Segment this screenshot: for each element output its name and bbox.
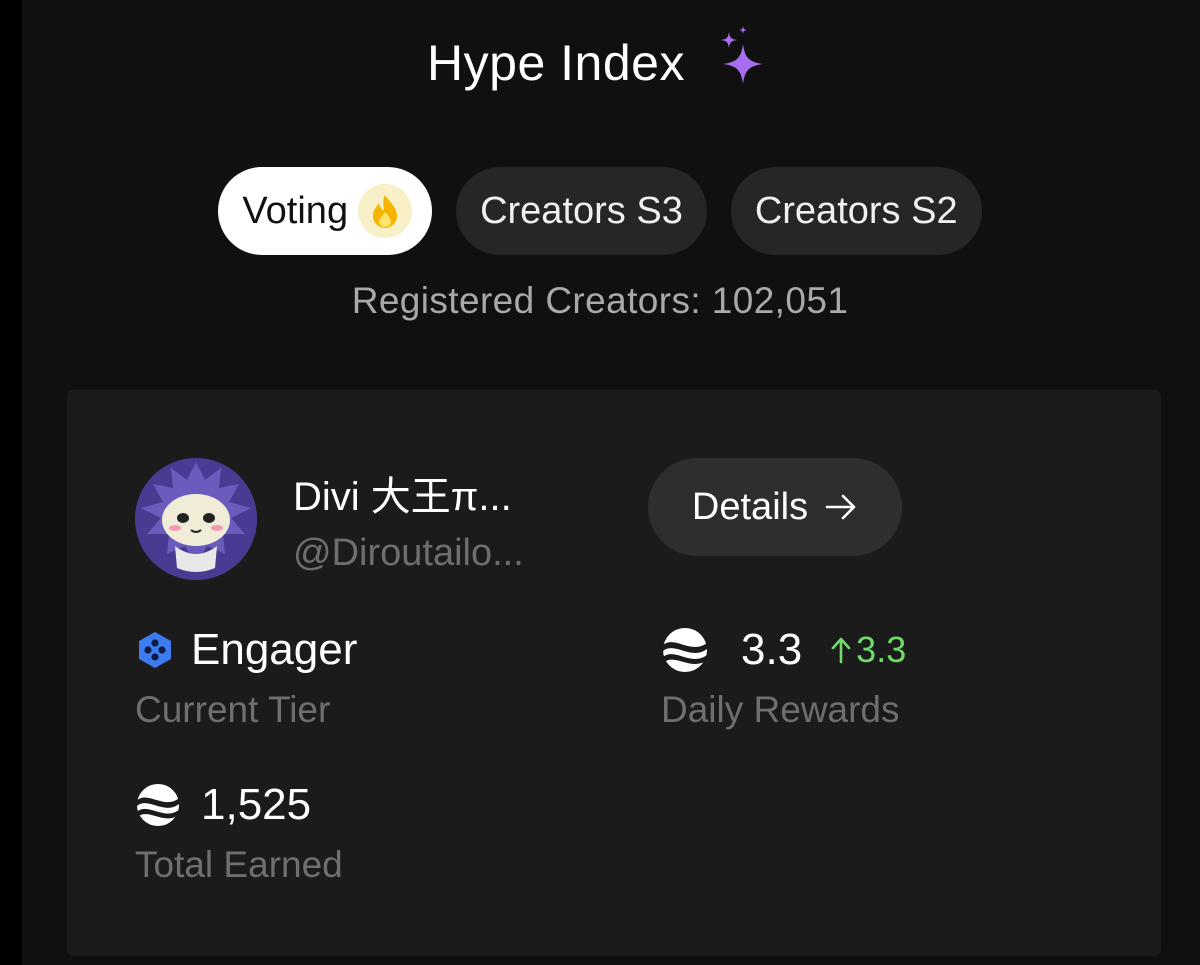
daily-rewards-change: 3.3 (830, 629, 906, 671)
tab-creators-s2[interactable]: Creators S2 (730, 167, 982, 255)
creator-card: Divi 大王π... @Diroutailo... Details Engag… (67, 390, 1161, 956)
tab-voting[interactable]: Voting (218, 167, 433, 255)
token-icon (663, 628, 707, 672)
creator-handle: @Diroutailo... (293, 532, 524, 574)
sparkle-icon (720, 26, 763, 84)
tier-label: Current Tier (135, 689, 331, 730)
arrow-up-icon (831, 637, 851, 664)
tab-creators-s3[interactable]: Creators S3 (456, 167, 707, 255)
tab-voting-label: Voting (242, 189, 349, 232)
avatar[interactable] (135, 458, 257, 580)
creator-name: Divi 大王π... (293, 475, 512, 519)
registered-creators-count: Registered Creators: 102,051 (351, 280, 849, 321)
header: Hype Index (0, 26, 1200, 98)
page-title: Hype Index (427, 35, 685, 91)
tab-bar: Voting Creators S3 Creators S2 (0, 167, 1200, 255)
current-tier-stat: Engager Current Tier (135, 625, 357, 731)
total-earned-stat: 1,525 Total Earned (135, 780, 343, 886)
app-screen: Hype Index Voting Creators S3 Creators S… (0, 0, 1200, 965)
total-earned-value: 1,525 (201, 780, 312, 829)
details-button[interactable]: Details (648, 458, 902, 556)
total-earned-label: Total Earned (135, 844, 343, 885)
daily-rewards-stat: 3.3 3.3 Daily Rewards (661, 625, 906, 731)
tier-value: Engager (191, 625, 358, 674)
details-button-label: Details (691, 485, 809, 528)
token-icon (136, 783, 180, 827)
left-edge (0, 0, 22, 965)
daily-rewards-label: Daily Rewards (661, 689, 900, 730)
tab-creators-s3-label: Creators S3 (480, 189, 683, 232)
tab-creators-s2-label: Creators S2 (754, 189, 958, 232)
tier-hexagon-icon (139, 632, 171, 668)
daily-rewards-change-value: 3.3 (856, 629, 907, 670)
fire-icon (358, 184, 413, 238)
daily-rewards-value: 3.3 (741, 625, 803, 674)
arrow-right-icon (825, 494, 856, 520)
